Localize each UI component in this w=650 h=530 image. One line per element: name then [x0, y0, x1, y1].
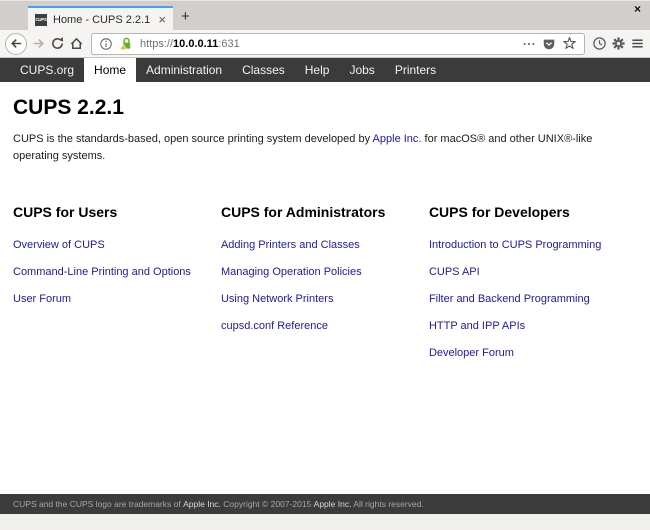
new-tab-button[interactable]: +	[181, 8, 190, 25]
nav-item-classes[interactable]: Classes	[232, 58, 295, 82]
link-developer-forum[interactable]: Developer Forum	[429, 347, 629, 359]
tab-close-icon[interactable]: ×	[158, 13, 166, 26]
nav-item-cups-org[interactable]: CUPS.org	[10, 58, 84, 82]
url-port: :631	[218, 38, 239, 50]
link-http-ipp-apis[interactable]: HTTP and IPP APIs	[429, 320, 629, 332]
bookmark-star-icon[interactable]	[562, 36, 577, 51]
gear-icon	[611, 36, 626, 51]
section-heading-developers: CUPS for Developers	[429, 204, 629, 220]
window-close-button[interactable]: ×	[634, 2, 641, 16]
browser-tab[interactable]: CUPS Home - CUPS 2.2.1 ×	[28, 6, 173, 31]
link-using-network-printers[interactable]: Using Network Printers	[221, 293, 421, 305]
tab-title: Home - CUPS 2.2.1	[53, 14, 152, 26]
nav-item-jobs[interactable]: Jobs	[339, 58, 384, 82]
menu-button[interactable]	[630, 36, 645, 51]
history-button[interactable]	[592, 36, 607, 51]
nav-item-help[interactable]: Help	[295, 58, 340, 82]
bottom-strip	[0, 514, 650, 530]
cups-nav-bar: CUPS.org Home Administration Classes Hel…	[0, 58, 650, 82]
url-scheme: https://	[140, 38, 173, 50]
home-icon	[69, 36, 84, 51]
link-managing-operation-policies[interactable]: Managing Operation Policies	[221, 266, 421, 278]
footer-text-1: CUPS and the CUPS logo are trademarks of	[13, 499, 183, 509]
section-administrators: CUPS for Administrators Adding Printers …	[221, 204, 429, 374]
info-icon[interactable]	[99, 37, 113, 51]
footer-text-3: All rights reserved.	[351, 499, 423, 509]
section-users: CUPS for Users Overview of CUPS Command-…	[13, 204, 221, 374]
url-text: https://10.0.0.11:631	[140, 38, 240, 50]
page-content: CUPS 2.2.1 CUPS is the standards-based, …	[0, 82, 650, 494]
link-overview-of-cups[interactable]: Overview of CUPS	[13, 239, 213, 251]
back-button[interactable]	[5, 33, 27, 55]
link-columns: CUPS for Users Overview of CUPS Command-…	[13, 204, 637, 374]
forward-icon	[31, 36, 46, 51]
reload-button[interactable]	[50, 36, 65, 51]
browser-window: CUPS Home - CUPS 2.2.1 × + ×	[0, 0, 650, 530]
home-button[interactable]	[69, 36, 84, 51]
url-bar[interactable]: https://10.0.0.11:631	[91, 33, 585, 55]
settings-button[interactable]	[611, 36, 626, 51]
back-icon	[9, 36, 24, 51]
link-filter-backend-programming[interactable]: Filter and Backend Programming	[429, 293, 629, 305]
reload-icon	[50, 36, 65, 51]
hamburger-menu-icon	[630, 36, 645, 51]
section-heading-users: CUPS for Users	[13, 204, 213, 220]
history-clock-icon	[592, 36, 607, 51]
intro-text-before: CUPS is the standards-based, open source…	[13, 133, 373, 145]
page-actions-more-icon[interactable]	[522, 37, 536, 51]
pocket-icon[interactable]	[542, 37, 556, 51]
nav-item-administration[interactable]: Administration	[136, 58, 232, 82]
link-introduction-cups-programming[interactable]: Introduction to CUPS Programming	[429, 239, 629, 251]
link-cupsd-conf-reference[interactable]: cupsd.conf Reference	[221, 320, 421, 332]
link-cups-api[interactable]: CUPS API	[429, 266, 629, 278]
section-developers: CUPS for Developers Introduction to CUPS…	[429, 204, 637, 374]
lock-warning-icon[interactable]	[119, 36, 134, 51]
intro-paragraph: CUPS is the standards-based, open source…	[13, 131, 619, 164]
link-command-line-printing[interactable]: Command-Line Printing and Options	[13, 266, 213, 278]
page-title: CUPS 2.2.1	[13, 96, 637, 120]
footer-apple-link-1[interactable]: Apple Inc.	[183, 499, 221, 509]
forward-button[interactable]	[31, 36, 46, 51]
url-host: 10.0.0.11	[173, 38, 218, 50]
section-heading-administrators: CUPS for Administrators	[221, 204, 421, 220]
cups-favicon: CUPS	[35, 14, 47, 26]
nav-item-home[interactable]: Home	[84, 58, 136, 82]
link-user-forum[interactable]: User Forum	[13, 293, 213, 305]
browser-toolbar: https://10.0.0.11:631	[0, 30, 650, 58]
nav-item-printers[interactable]: Printers	[385, 58, 446, 82]
page-footer: CUPS and the CUPS logo are trademarks of…	[0, 494, 650, 514]
apple-inc-link[interactable]: Apple Inc.	[373, 133, 422, 145]
tab-bar: CUPS Home - CUPS 2.2.1 × + ×	[0, 0, 650, 30]
footer-text-2: Copyright © 2007-2015	[221, 499, 314, 509]
footer-apple-link-2[interactable]: Apple Inc.	[314, 499, 352, 509]
link-adding-printers-classes[interactable]: Adding Printers and Classes	[221, 239, 421, 251]
